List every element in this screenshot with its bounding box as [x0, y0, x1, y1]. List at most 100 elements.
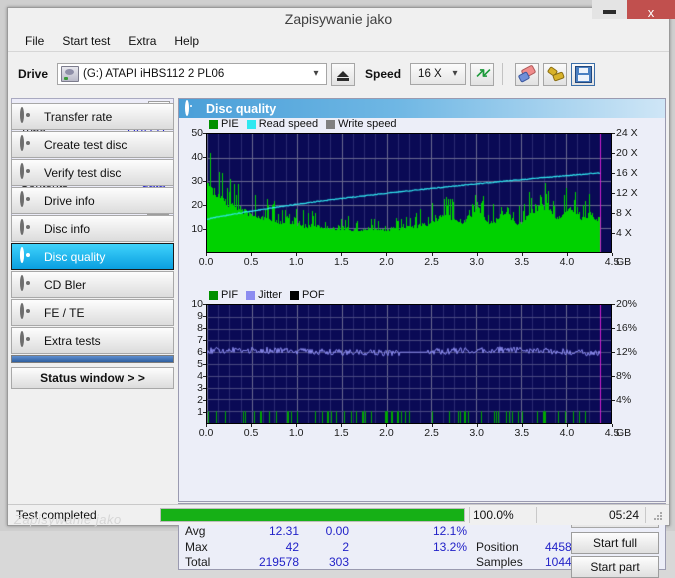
y-tick-mark: [203, 133, 206, 134]
sidebar-item-label: Create test disc: [44, 137, 128, 152]
y2-tick: 8%: [616, 370, 632, 382]
x-tick-mark: [206, 253, 207, 256]
stats-max-pie: 42: [285, 540, 299, 554]
legend-label-jitter: Jitter: [258, 289, 282, 301]
x-tick: 2.5: [424, 427, 439, 439]
tools-button[interactable]: [543, 62, 568, 86]
x-tick-mark: [251, 253, 253, 256]
speed-select[interactable]: 16 X ▾: [410, 63, 467, 85]
disc-icon: [20, 331, 35, 348]
x-tick-mark: [431, 424, 433, 427]
x-tick: 1.5: [334, 256, 349, 268]
drive-select[interactable]: (G:) ATAPI iHBS112 2 PL06 ▾: [57, 63, 328, 85]
x-tick: 1.0: [288, 427, 304, 439]
y-tick-mark: [203, 352, 206, 353]
sidebar-accent-strip: [11, 355, 174, 363]
x-tick-mark: [566, 253, 568, 256]
x-tick: 2.5: [424, 256, 439, 268]
resize-grip[interactable]: [653, 512, 663, 522]
title-bar: Zapisywanie jako: [8, 8, 669, 30]
stats-row-label-total: Total: [185, 555, 211, 569]
x-tick-mark: [476, 253, 478, 256]
sidebar-item-transfer-rate[interactable]: Transfer rate: [11, 103, 174, 130]
y2-tick-mark: [612, 233, 615, 234]
close-button[interactable]: x: [627, 0, 675, 19]
sidebar-item-verify-test-disc[interactable]: Verify test disc: [11, 159, 174, 186]
y-tick-mark: [203, 205, 206, 206]
disc-icon: [20, 275, 35, 292]
sidebar-item-extra-tests[interactable]: Extra tests: [11, 327, 174, 354]
y-tick-mark: [203, 400, 206, 401]
disc-icon: [20, 135, 35, 152]
stats-row-label-avg: Avg: [185, 524, 206, 538]
y-tick-mark: [203, 364, 206, 365]
x-tick-mark: [521, 424, 523, 427]
y-tick-mark: [203, 412, 206, 413]
sidebar-item-disc-quality[interactable]: Disc quality: [11, 243, 174, 270]
sidebar-item-fe-te[interactable]: FE / TE: [11, 299, 174, 326]
x-tick-mark: [341, 424, 343, 427]
x-tick: 4.0: [559, 427, 575, 439]
y2-tick-mark: [612, 193, 615, 194]
eraser-icon: [517, 63, 536, 83]
legend-label-pof: POF: [301, 289, 325, 301]
progress-bar: [160, 508, 465, 522]
speed-select-value: 16 X: [418, 68, 442, 80]
x-axis-unit: GB: [616, 427, 632, 439]
start-full-button[interactable]: Start full: [571, 532, 659, 554]
x-axis-unit: GB: [616, 256, 632, 268]
progress-percent: 100.0%: [473, 508, 514, 522]
y-tick: 50: [191, 127, 203, 139]
menu-item-extra[interactable]: Extra: [119, 32, 165, 50]
sidebar-item-label: Disc info: [44, 221, 91, 236]
disc-icon: [20, 163, 35, 180]
legend-swatch-pif: [209, 290, 218, 300]
y-tick: 20: [191, 199, 203, 211]
menu-item-start-test[interactable]: Start test: [53, 32, 119, 50]
application-window: Zapisywanie jako File Start test Extra H…: [7, 7, 670, 578]
y2-tick-mark: [612, 376, 615, 377]
save-icon: [574, 65, 592, 83]
menu-item-help[interactable]: Help: [165, 32, 208, 50]
refresh-button[interactable]: ↗ ↙: [470, 62, 495, 86]
x-tick: 4.0: [559, 256, 575, 268]
x-tick-mark: [296, 424, 298, 427]
drive-select-value: (G:) ATAPI iHBS112 2 PL06: [83, 68, 225, 80]
sidebar-item-cd-bler[interactable]: CD Bler: [11, 271, 174, 298]
x-tick: 3.5: [514, 427, 530, 439]
disc-icon: [20, 191, 35, 208]
y2-tick-mark: [612, 328, 615, 329]
pie-chart-legend: PIE Read speed Write speed: [209, 118, 402, 130]
y2-tick: 24 X: [616, 127, 638, 139]
speed-label: Speed: [365, 67, 402, 81]
y2-tick: 4 X: [616, 227, 632, 239]
y2-tick-mark: [612, 213, 615, 214]
stats-total-pif: 303: [328, 555, 349, 569]
status-divider: [536, 507, 537, 523]
save-button[interactable]: [571, 62, 596, 86]
stats-avg-jitter: 12.1%: [432, 524, 467, 538]
drive-label: Drive: [18, 67, 49, 81]
y-tick-mark: [203, 328, 206, 329]
x-tick: 0.5: [243, 427, 259, 439]
pif-chart: PIF Jitter POF 1 2 3 4 5 6 7 8 9 10 4% 8% 12% 16% 20%…: [179, 289, 665, 464]
start-part-button[interactable]: Start part: [571, 556, 659, 578]
status-divider: [469, 507, 470, 523]
legend-label-pif: PIF: [221, 289, 239, 301]
y-tick-mark: [203, 304, 206, 305]
sidebar-item-label: Extra tests: [44, 333, 101, 348]
menu-item-file[interactable]: File: [16, 32, 53, 50]
erase-button[interactable]: [515, 62, 540, 86]
sidebar-item-disc-info[interactable]: Disc info: [11, 215, 174, 242]
sidebar-item-drive-info[interactable]: Drive info: [11, 187, 174, 214]
progress-bar-fill: [161, 509, 464, 521]
status-window-button[interactable]: Status window > >: [11, 367, 174, 389]
eject-button[interactable]: [331, 62, 356, 86]
minimize-button[interactable]: [592, 0, 627, 19]
x-tick: 2.0: [379, 427, 394, 439]
x-tick: 3.0: [469, 256, 484, 268]
sidebar-item-create-test-disc[interactable]: Create test disc: [11, 131, 174, 158]
y-tick: 30: [191, 175, 203, 187]
x-tick-mark: [251, 424, 253, 427]
y-tick-mark: [203, 376, 206, 377]
